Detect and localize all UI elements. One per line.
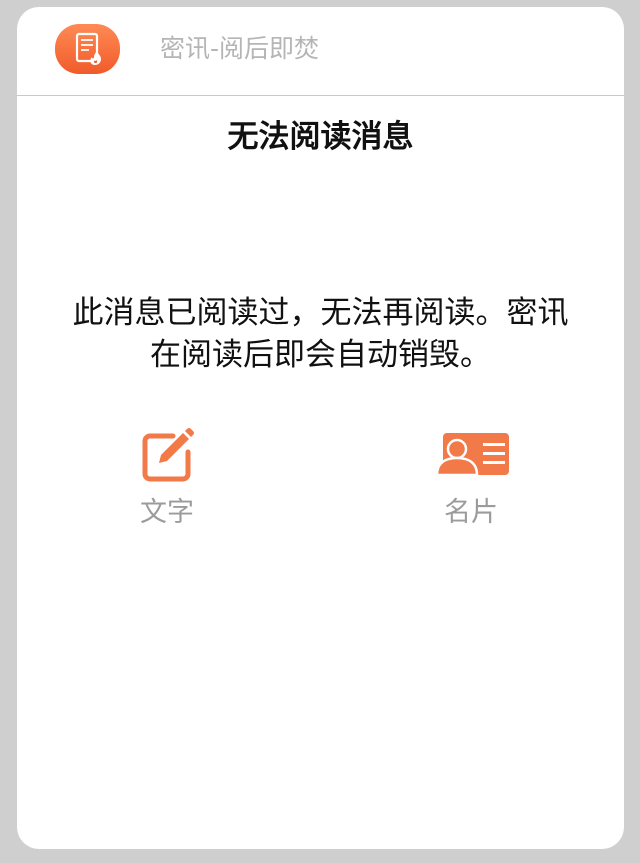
- document-fire-icon: [55, 24, 120, 74]
- dialog-title: 无法阅读消息: [227, 119, 414, 155]
- dialog-card: 密讯-阅后即焚 无法阅读消息 此消息已阅读过，无法再阅读。密讯 在阅读后即会自动…: [17, 7, 624, 849]
- namecard-option-label: 名片: [444, 497, 498, 528]
- text-option-button[interactable]: 文字: [87, 427, 247, 537]
- dialog-message: 此消息已阅读过，无法再阅读。密讯 在阅读后即会自动销毁。: [35, 292, 606, 376]
- edit-pencil-icon: [137, 427, 197, 491]
- contact-card-icon: [431, 427, 511, 491]
- app-title: 密讯-阅后即焚: [160, 34, 320, 63]
- app-header: 密讯-阅后即焚: [17, 7, 624, 96]
- text-option-label: 文字: [140, 497, 194, 528]
- message-line-2: 在阅读后即会自动销毁。: [150, 337, 491, 373]
- namecard-option-button[interactable]: 名片: [391, 427, 551, 537]
- message-line-1: 此消息已阅读过，无法再阅读。密讯: [72, 295, 569, 331]
